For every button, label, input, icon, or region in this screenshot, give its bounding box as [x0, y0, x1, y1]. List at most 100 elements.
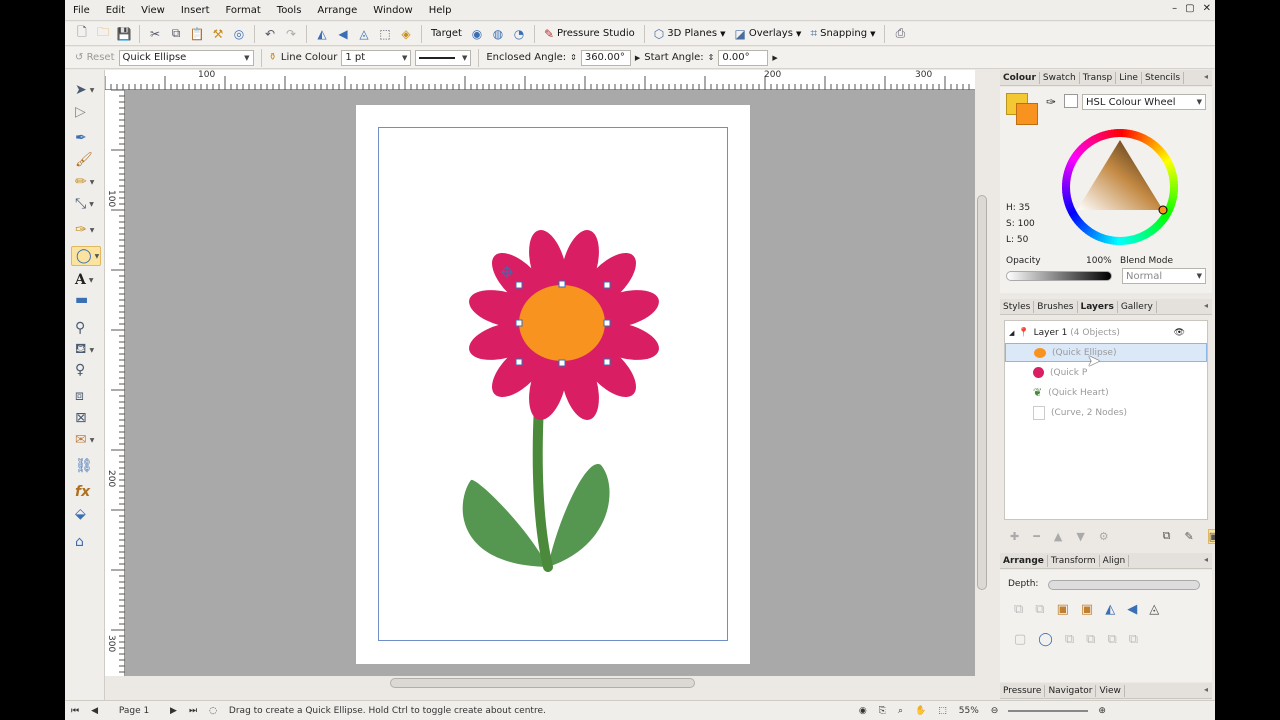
stem[interactable] — [532, 400, 553, 572]
menu-file[interactable]: File — [65, 0, 98, 21]
last-page-icon[interactable]: ⏭ — [183, 706, 203, 716]
target-subtract-icon[interactable]: ◍ — [489, 25, 507, 43]
layer-object-row[interactable]: (Curve, 2 Nodes) — [1005, 403, 1207, 422]
link-tool[interactable]: ⛓ — [71, 456, 101, 476]
panel-pin-icon[interactable]: ◂ — [1204, 72, 1208, 81]
bring-forward-icon[interactable]: ⧉ — [1035, 602, 1044, 617]
close-button[interactable]: ✕ — [1203, 3, 1211, 14]
panel-pin-icon[interactable]: ◂ — [1204, 555, 1208, 564]
menu-format[interactable]: Format — [218, 0, 269, 21]
3d-planes-button[interactable]: ⬡ 3D Planes ▼ — [651, 27, 729, 41]
flower-centre[interactable] — [519, 285, 605, 361]
combine-icon[interactable]: ◈ — [397, 25, 415, 43]
handle[interactable] — [603, 319, 611, 327]
overlays-button[interactable]: ◪ Overlays ▼ — [732, 27, 805, 41]
line-style-select[interactable]: ▼ — [415, 49, 472, 66]
spin-icon[interactable]: ⇕ — [708, 53, 715, 62]
horizontal-scrollbar[interactable] — [105, 676, 975, 690]
layer-properties-icon[interactable]: ⚙ — [1099, 530, 1109, 543]
layer-option-icon[interactable]: ▣ — [1207, 528, 1215, 544]
snapping-button[interactable]: ⌗ Snapping ▼ — [807, 26, 878, 41]
layer-export-icon[interactable]: ⧉ — [1163, 529, 1171, 543]
menu-arrange[interactable]: Arrange — [309, 0, 365, 21]
zoom-in-icon[interactable]: ⊕ — [1092, 706, 1112, 716]
layer-object-row[interactable]: (Quick Ellipse) — [1005, 343, 1207, 362]
menu-help[interactable]: Help — [421, 0, 460, 21]
save-icon[interactable]: 💾 — [115, 25, 133, 43]
move-up-icon[interactable]: ▲ — [1054, 530, 1062, 543]
minimize-button[interactable]: – — [1172, 3, 1177, 14]
no-colour-swatch[interactable] — [1064, 94, 1078, 108]
arrange-icon[interactable]: ◀ — [334, 25, 352, 43]
mail-tool[interactable]: ✉ ▼ — [71, 430, 101, 450]
tab-styles[interactable]: Styles — [1000, 300, 1035, 313]
tab-line[interactable]: Line — [1116, 71, 1142, 84]
layer-object-row[interactable]: (Quick P — [1005, 363, 1207, 382]
pressure-studio-button[interactable]: ✎ Pressure Studio — [541, 27, 638, 41]
open-folder-icon[interactable]: 🗀 — [94, 25, 112, 43]
group-icon[interactable]: ⬚ — [376, 25, 394, 43]
panel-pin-icon[interactable]: ◂ — [1204, 685, 1208, 694]
tab-pressure[interactable]: Pressure — [1000, 684, 1046, 697]
formula-tool[interactable]: fx — [71, 482, 101, 502]
flip-horizontal-icon[interactable]: ◀ — [1127, 602, 1137, 617]
menu-window[interactable]: Window — [365, 0, 420, 21]
target-add-icon[interactable]: ◉ — [468, 25, 486, 43]
flip-icon[interactable]: ◬ — [355, 25, 373, 43]
page-view-icon[interactable]: ⎘ — [873, 706, 892, 716]
line-colour-swatch[interactable] — [1016, 103, 1038, 125]
layer-object-row[interactable]: ❦ (Quick Heart) — [1005, 383, 1207, 402]
target-label[interactable]: Target — [428, 28, 465, 39]
send-backward-icon[interactable]: ▣ — [1057, 602, 1069, 617]
opacity-slider[interactable] — [1006, 271, 1112, 281]
ellipse-tool[interactable]: ◯ ▼ — [71, 246, 101, 266]
shape-select[interactable]: Quick Ellipse ▼ — [118, 49, 254, 66]
connector-tool[interactable]: ⤡ ▼ — [71, 194, 101, 214]
brush-tool[interactable]: 🖌 — [71, 150, 101, 170]
zoom-out-icon[interactable]: ⊖ — [985, 706, 1005, 716]
next-page-icon[interactable]: ▶ — [164, 706, 183, 716]
prev-page-icon[interactable]: ◀ — [85, 706, 104, 716]
rotate-icon[interactable]: ◬ — [1149, 602, 1159, 617]
enclosed-angle-input[interactable]: 360.00° — [580, 49, 631, 66]
expand-icon[interactable]: ▶ — [772, 54, 777, 62]
hsl-colour-wheel[interactable] — [1055, 122, 1185, 252]
horizontal-scroll-thumb[interactable] — [390, 678, 695, 688]
remove-layer-icon[interactable]: ━ — [1033, 530, 1040, 543]
fill-bucket-tool[interactable]: ⛾ ▼ — [71, 340, 101, 360]
subtract-icon[interactable]: ⧉ — [1129, 632, 1138, 647]
layer-row[interactable]: ◢ 📍 Layer 1 (4 Objects) 👁 — [1005, 323, 1207, 342]
group-icon[interactable]: ▢ — [1014, 632, 1026, 647]
tab-view[interactable]: View — [1096, 684, 1125, 697]
vertical-scrollbar[interactable] — [975, 90, 989, 676]
pan-hand-icon[interactable]: ✋ — [909, 706, 932, 716]
pointer-tool[interactable]: ➤ ▼ — [71, 80, 101, 100]
menu-tools[interactable]: Tools — [269, 0, 310, 21]
crop-tool[interactable]: ⧈ — [71, 386, 101, 406]
flip-vertical-icon[interactable]: ◭ — [1105, 602, 1115, 617]
page[interactable] — [356, 105, 750, 664]
transform-icon[interactable]: ◎ — [230, 25, 248, 43]
menu-insert[interactable]: Insert — [173, 0, 218, 21]
right-leaf[interactable] — [548, 464, 610, 567]
handle[interactable] — [515, 281, 523, 289]
tab-align[interactable]: Align — [1100, 554, 1130, 567]
align-icon[interactable]: ◭ — [313, 25, 331, 43]
printer-icon[interactable]: ⎙ — [891, 25, 909, 43]
cut-icon[interactable]: ✂ — [146, 25, 164, 43]
tab-gallery[interactable]: Gallery — [1118, 300, 1157, 313]
copy-icon[interactable]: ⧉ — [167, 25, 185, 43]
text-tool[interactable]: A ▼ — [71, 270, 101, 290]
undo-icon[interactable]: ↶ — [261, 25, 279, 43]
colour-selector-handle[interactable] — [1158, 205, 1168, 215]
tab-stencils[interactable]: Stencils — [1142, 71, 1185, 84]
menu-edit[interactable]: Edit — [98, 0, 133, 21]
view-icon[interactable]: ◉ — [853, 706, 873, 716]
move-down-icon[interactable]: ▼ — [1076, 530, 1084, 543]
home-tool[interactable]: ⌂ — [71, 532, 101, 552]
horizontal-ruler[interactable]: 100 200 300 — [105, 70, 975, 90]
vertical-ruler[interactable]: 100 200 300 — [105, 90, 125, 676]
zoom-level[interactable]: 55% — [953, 706, 985, 716]
tab-brushes[interactable]: Brushes — [1034, 300, 1078, 313]
spin-icon[interactable]: ⇕ — [570, 53, 577, 62]
